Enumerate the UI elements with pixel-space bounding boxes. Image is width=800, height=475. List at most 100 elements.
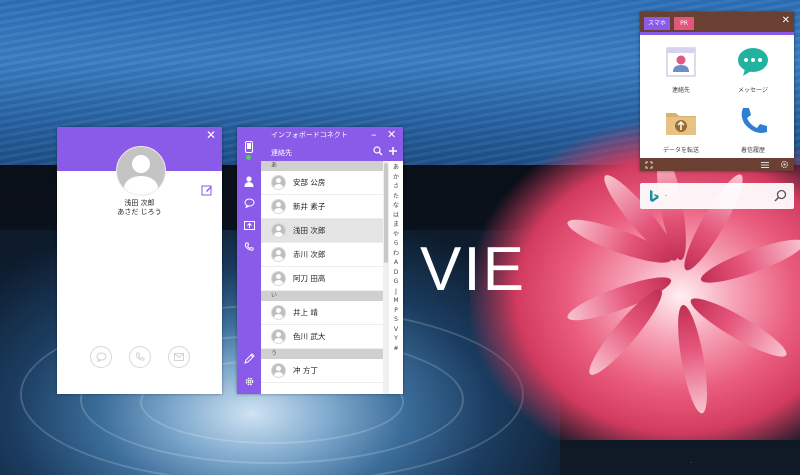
folder-upload-icon [666, 113, 696, 135]
widget-footer [640, 158, 794, 171]
alphabet-index: あ か さ た な は ま や ら わ A D G J M P S V Y # [389, 163, 403, 394]
bing-logo-icon [650, 190, 659, 202]
avatar [271, 329, 286, 344]
tile-call-history[interactable]: 着信履歴 [718, 101, 788, 159]
index-letter[interactable]: あ [393, 163, 399, 173]
contact-row-selected[interactable]: 浅田 次郎 [261, 219, 383, 243]
mail-button[interactable] [168, 346, 190, 368]
section-header-i: い [261, 291, 383, 301]
index-letter[interactable]: J [395, 287, 397, 297]
tile-contacts[interactable]: 連絡先 [646, 41, 716, 99]
nav-tools[interactable] [243, 352, 255, 364]
folder-transfer-icon [243, 221, 255, 230]
tile-label: 着信履歴 [740, 147, 765, 154]
settings-gear-icon[interactable] [780, 160, 789, 169]
index-letter[interactable]: ま [393, 220, 399, 230]
nav-rail [237, 127, 261, 394]
chat-icon [244, 198, 254, 208]
detail-close-button[interactable]: ✕ [206, 128, 216, 142]
contact-name: 井上 靖 [293, 308, 318, 317]
edit-icon[interactable] [201, 184, 213, 196]
chat-bubble-icon [96, 352, 106, 362]
index-letter[interactable]: な [393, 201, 399, 211]
tile-label: メッセージ [738, 87, 768, 94]
index-letter[interactable]: G [394, 277, 399, 287]
wallpaper-brand-text: VIE [420, 235, 526, 304]
message-button[interactable] [90, 346, 112, 368]
section-title: 連絡先 [271, 149, 292, 157]
nav-call-history[interactable] [243, 241, 255, 253]
window-title: インフォボードコネクト [271, 131, 348, 139]
contacts-card-icon [666, 47, 696, 77]
message-bubble-icon [738, 48, 768, 76]
section-header-u: う [261, 349, 383, 359]
index-letter[interactable]: M [393, 296, 398, 306]
phone-icon [135, 352, 145, 361]
tile-label: データを転送 [662, 147, 699, 154]
index-letter[interactable]: は [393, 211, 399, 221]
index-letter[interactable]: P [394, 306, 398, 316]
index-letter[interactable]: S [394, 315, 398, 325]
contact-row[interactable]: 阿刀 田高 [261, 267, 383, 291]
search-icon[interactable] [373, 146, 383, 156]
gear-icon [245, 377, 253, 385]
avatar [271, 223, 286, 238]
contact-name: 新井 素子 [293, 202, 326, 211]
contact-row[interactable]: 色川 武大 [261, 325, 383, 349]
index-letter[interactable]: ら [393, 239, 399, 249]
tile-transfer[interactable]: データを転送 [646, 101, 716, 159]
index-letter[interactable]: V [394, 325, 398, 335]
contact-row[interactable]: 安部 公房 [261, 171, 383, 195]
contact-name: 赤川 次郎 [293, 250, 326, 259]
list-view-icon[interactable] [761, 161, 769, 169]
add-contact-icon[interactable] [388, 146, 398, 156]
index-letter[interactable]: た [393, 192, 399, 202]
bing-search-bar[interactable]: · [640, 183, 794, 209]
contact-name: 阿刀 田高 [293, 274, 326, 283]
contact-row[interactable]: 赤川 次郎 [261, 243, 383, 267]
avatar [271, 175, 286, 190]
contact-row[interactable]: 井上 靖 [261, 301, 383, 325]
contact-row[interactable]: 新井 素子 [261, 195, 383, 219]
index-letter[interactable]: D [394, 268, 399, 278]
nav-messages[interactable] [243, 197, 255, 209]
contact-avatar [116, 146, 166, 196]
tab-pr[interactable]: PR [674, 17, 694, 30]
contact-name: 安部 公房 [293, 178, 326, 187]
widget-header: スマホ PR ✕ [640, 12, 794, 32]
avatar [271, 199, 286, 214]
tile-messages[interactable]: メッセージ [718, 41, 788, 99]
minimize-button[interactable]: – [371, 128, 377, 141]
tab-smartphone[interactable]: スマホ [644, 17, 670, 30]
index-letter[interactable]: A [394, 258, 398, 268]
index-letter[interactable]: わ [393, 249, 399, 259]
tile-label: 連絡先 [671, 87, 690, 94]
avatar [271, 271, 286, 286]
index-letter[interactable]: や [393, 230, 399, 240]
expand-icon[interactable] [645, 161, 653, 169]
section-header-a: あ [261, 161, 383, 171]
search-placeholder: · [665, 192, 668, 200]
avatar [271, 247, 286, 262]
nav-settings[interactable] [243, 375, 255, 387]
avatar [271, 305, 286, 320]
phone-icon [244, 242, 254, 251]
index-letter[interactable]: Y [394, 334, 398, 344]
connect-titlebar: インフォボードコネクト – ✕ 連絡先 [261, 127, 403, 161]
contact-name: 色川 武大 [293, 332, 326, 341]
search-icon[interactable] [774, 189, 787, 202]
widget-tile-grid: 連絡先 メッセージ データを転送 着信履歴 [640, 35, 794, 158]
close-button[interactable]: ✕ [387, 128, 396, 141]
call-button[interactable] [129, 346, 151, 368]
index-letter[interactable]: か [393, 173, 399, 183]
connection-status-dot [246, 155, 251, 160]
contact-list: あ 安部 公房 新井 素子 浅田 次郎 赤川 次郎 阿刀 田高 い 井上 靖 色 [261, 161, 383, 394]
widget-close-button[interactable]: ✕ [782, 15, 790, 26]
scrollbar-thumb[interactable] [384, 163, 388, 263]
index-letter[interactable]: さ [393, 182, 399, 192]
contact-row[interactable]: 冲 方丁 [261, 359, 383, 383]
nav-transfer[interactable] [243, 219, 255, 231]
nav-smartphone[interactable] [243, 141, 255, 153]
nav-contacts[interactable] [243, 175, 255, 187]
index-letter[interactable]: # [393, 344, 398, 354]
